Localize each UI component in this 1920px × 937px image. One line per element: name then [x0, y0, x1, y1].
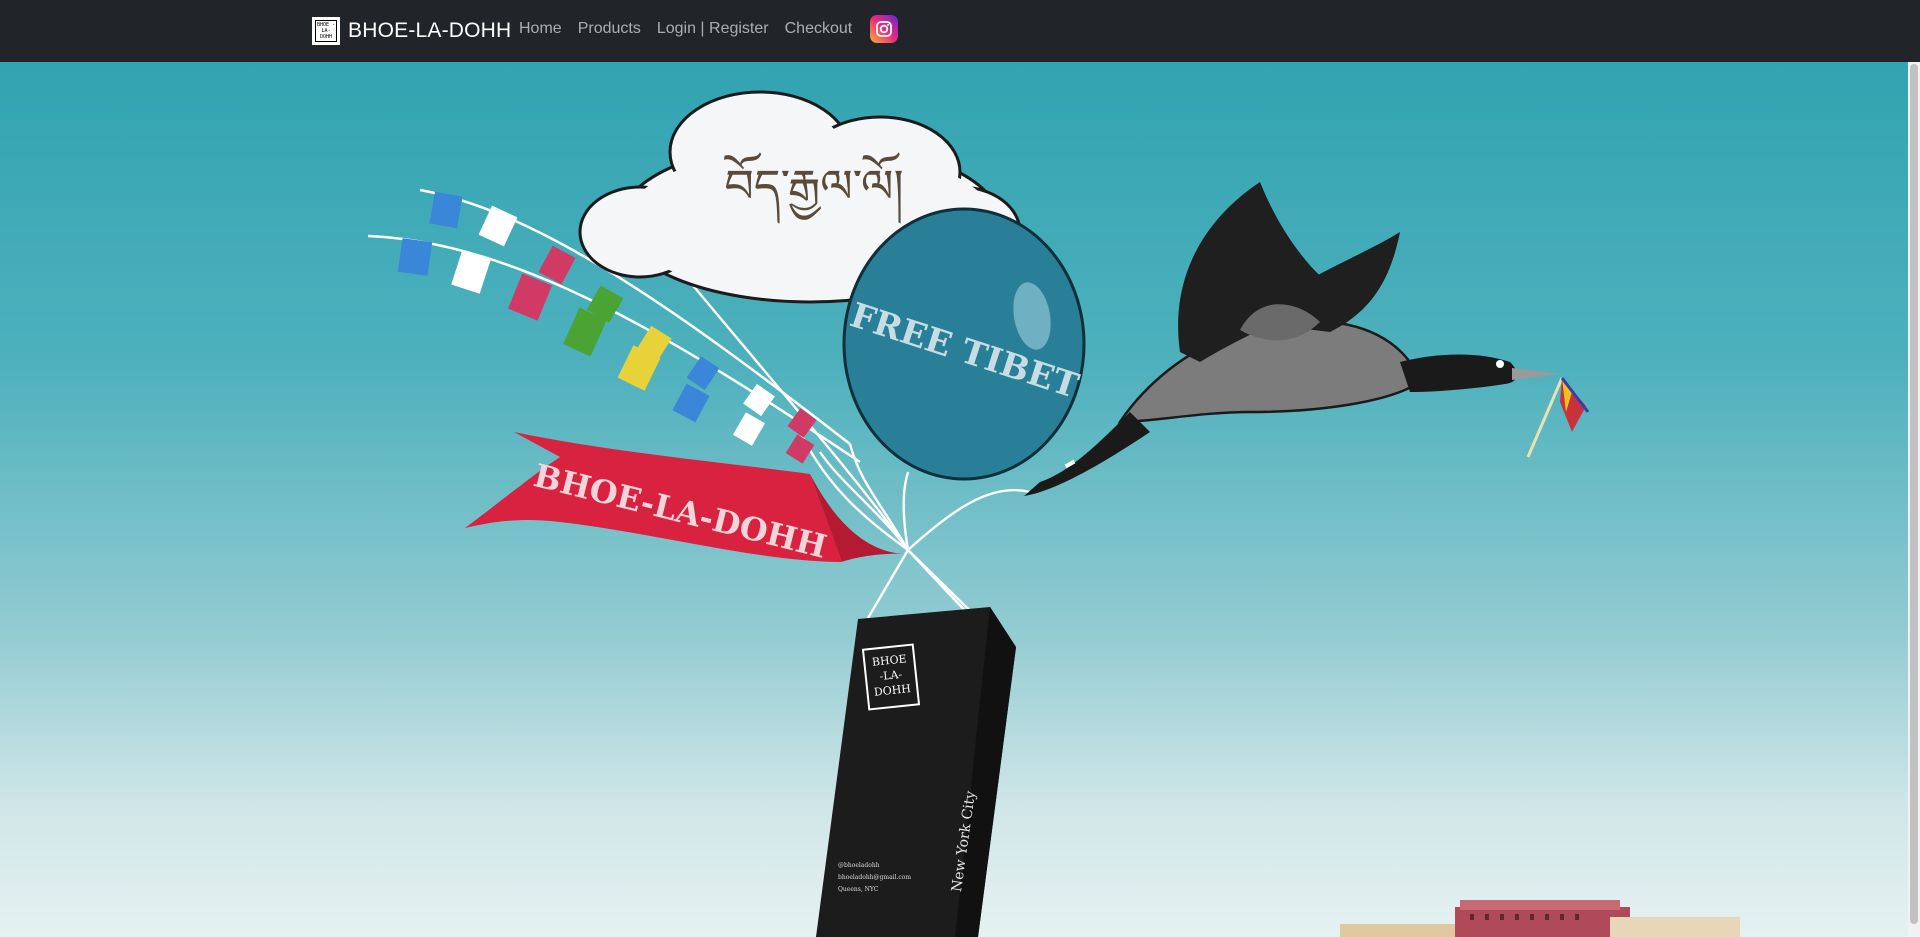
hero-svg: བོད་རྒྱལ་ལོ། FREE TIBET BHOE-LA-DOHH BHO…: [367, 90, 1740, 937]
bag-logo-line-2: -LA-: [879, 668, 903, 683]
nav-link-checkout[interactable]: Checkout: [785, 20, 853, 38]
vertical-scrollbar[interactable]: [1908, 62, 1920, 937]
brand-link[interactable]: BHOE -LA- DOHH BHOE-LA-DOHH: [312, 15, 511, 47]
brand-logo: BHOE -LA- DOHH: [312, 17, 340, 45]
flying-goose: [1024, 182, 1590, 496]
instagram-icon[interactable]: [870, 15, 899, 43]
brand-logo-text: BHOE -LA- DOHH: [315, 20, 337, 42]
nav-link-login-register[interactable]: Login | Register: [657, 20, 769, 38]
shopping-bag: BHOE -LA- DOHH New York City @bhoeladohh…: [816, 607, 1016, 937]
bag-contact-2: bhoeladohh@gmail.com: [838, 874, 911, 881]
hero-illustration: བོད་རྒྱལ་ལོ། FREE TIBET BHOE-LA-DOHH BHO…: [0, 62, 1908, 937]
scrollbar-thumb[interactable]: [1910, 64, 1918, 924]
instagram-glyph: [876, 21, 893, 37]
nav-links: Home Products Login | Register Checkout: [519, 0, 899, 58]
bag-contact-1: @bhoeladohh: [838, 862, 880, 869]
top-navbar: BHOE -LA- DOHH BHOE-LA-DOHH Home Product…: [0, 0, 1920, 62]
brand-name: BHOE-LA-DOHH: [348, 19, 512, 42]
ribbon-banner: BHOE-LA-DOHH: [465, 432, 905, 566]
bag-contact-3: Queens, NYC: [838, 886, 879, 893]
nav-link-products[interactable]: Products: [578, 20, 641, 38]
nav-link-home[interactable]: Home: [519, 20, 562, 38]
balloon: FREE TIBET: [842, 207, 1086, 481]
potala-palace-illustration: [1340, 900, 1740, 937]
